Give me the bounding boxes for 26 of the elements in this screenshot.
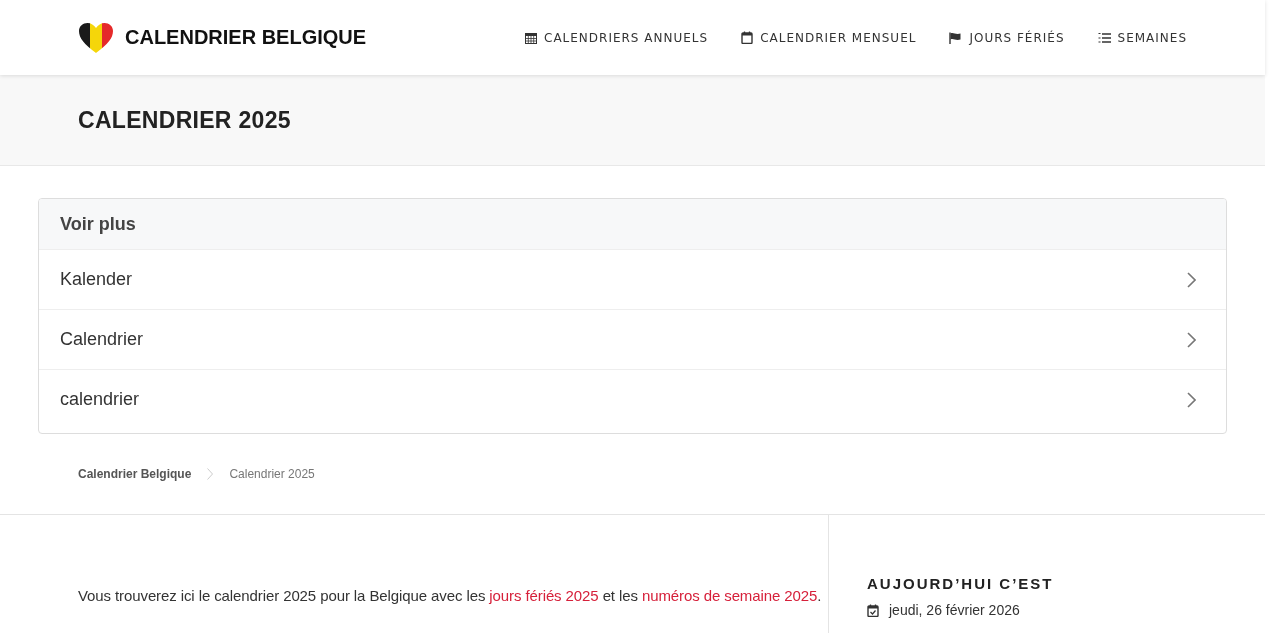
list-item[interactable]: Kalender bbox=[39, 249, 1226, 309]
breadcrumb-text: Calendrier 2025 bbox=[229, 467, 315, 481]
nav-link[interactable]: SEMAINES bbox=[1097, 30, 1187, 45]
nav-link[interactable]: CALENDRIERS ANNUELS bbox=[525, 30, 709, 45]
calendar-check-icon bbox=[867, 603, 879, 617]
chevron-right-icon bbox=[1187, 391, 1196, 408]
chevron-right-icon bbox=[1187, 331, 1196, 348]
breadcrumb-link[interactable]: Calendrier Belgique bbox=[78, 467, 192, 481]
list-icon bbox=[1097, 31, 1111, 44]
chevron-right-icon bbox=[1187, 271, 1196, 288]
list-item[interactable]: Calendrier bbox=[39, 309, 1226, 369]
flag-icon bbox=[949, 31, 963, 44]
nav-link[interactable]: CALENDRIER MENSUEL bbox=[741, 30, 917, 45]
current-date: jeudi, 26 février 2026 bbox=[889, 602, 1020, 618]
calendar-icon bbox=[741, 31, 754, 44]
page-title: CALENDRIER 2025 bbox=[78, 106, 291, 134]
calendar-icon bbox=[525, 31, 537, 44]
text-link[interactable]: jours fériés 2025 bbox=[489, 587, 599, 604]
sidebar-heading: AUJOURD’HUI C’EST bbox=[867, 575, 1054, 592]
belgian-heart-logo bbox=[78, 21, 114, 54]
card-heading: Voir plus bbox=[39, 199, 1226, 249]
nav-link[interactable]: JOURS FÉRIÉS bbox=[949, 30, 1065, 45]
intro-paragraph: Vous trouverez ici le calendrier 2025 pour la Belgique avec les jours fériés 2025 et les numéros de semaine 2025. bbox=[78, 587, 823, 604]
site-title[interactable]: CALENDRIER BELGIQUE bbox=[125, 26, 367, 49]
list-item[interactable]: calendrier bbox=[39, 369, 1226, 429]
chevron-right-icon bbox=[207, 468, 214, 480]
